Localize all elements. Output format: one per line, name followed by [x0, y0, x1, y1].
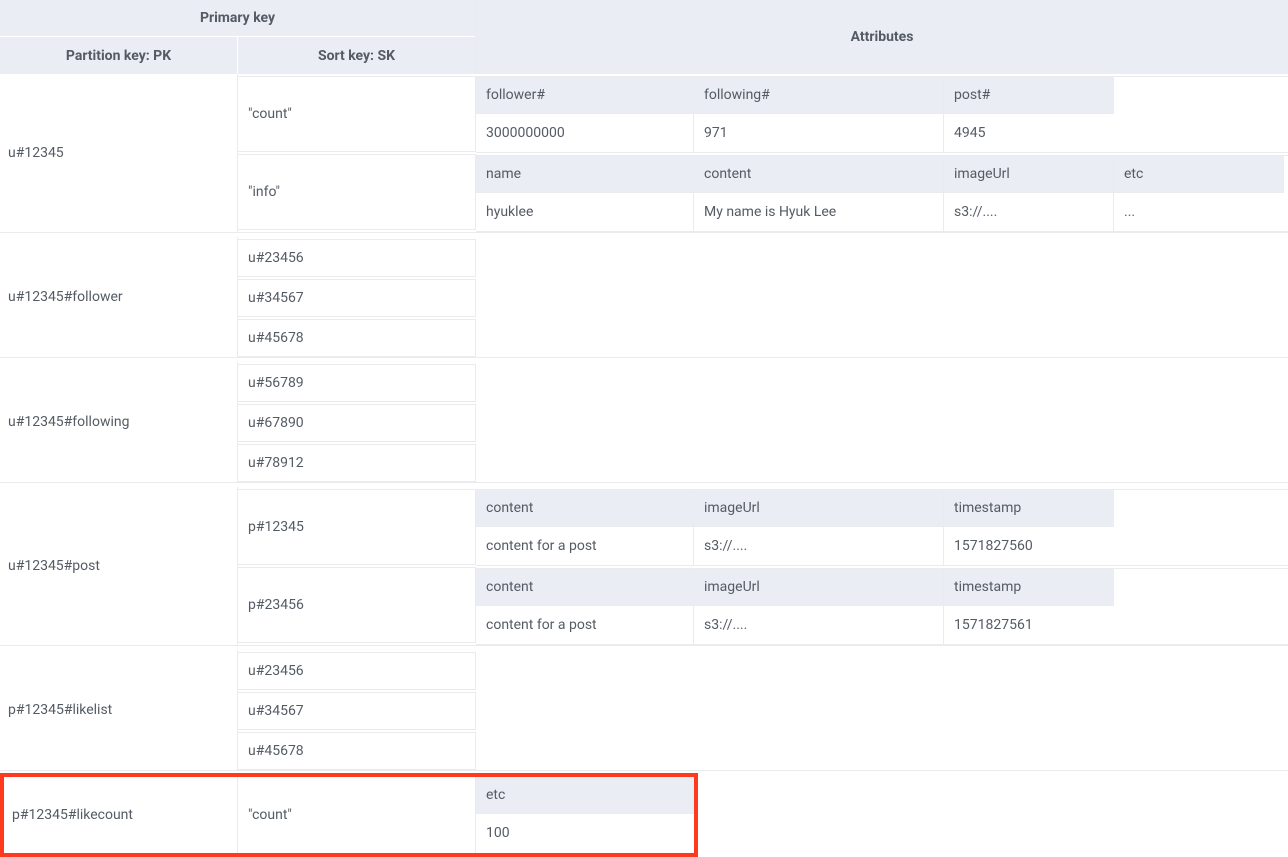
attr-value: content for a post	[476, 527, 693, 565]
attr-value: 3000000000	[476, 114, 693, 152]
attr-value: 100	[476, 814, 694, 852]
attr-header: imageUrl	[944, 156, 1113, 193]
sk-cell: u#23456	[238, 652, 476, 690]
attr-pair: timestamp1571827561	[944, 569, 1114, 644]
highlighted-row: p#12345#likecount "count" etc 100	[0, 773, 698, 857]
pk-cell: u#12345#following	[0, 362, 238, 482]
sk-cell: u#56789	[238, 364, 476, 402]
attr-header: timestamp	[944, 569, 1114, 606]
sk-cell: u#45678	[238, 732, 476, 770]
sk-cell: u#78912	[238, 444, 476, 482]
attr-pair: contentcontent for a post	[476, 490, 694, 565]
dynamodb-table: Primary key Partition key: PK Sort key: …	[0, 0, 1288, 857]
attr-value: hyuklee	[476, 193, 693, 231]
sk-cell: u#34567	[238, 279, 476, 317]
attr-group: contentcontent for a postimageUrls3://..…	[476, 568, 1288, 645]
attr-header: timestamp	[944, 490, 1114, 527]
attr-header: follower#	[476, 77, 693, 114]
attr-pair: etc...	[1114, 156, 1284, 231]
primary-key-header-group: Primary key Partition key: PK Sort key: …	[0, 0, 476, 74]
pk-cell: p#12345#likecount	[4, 777, 238, 853]
partition-key-header: Partition key: PK	[0, 37, 238, 74]
pk-cell: u#12345#post	[0, 487, 238, 645]
attr-header: imageUrl	[694, 569, 943, 606]
attr-column	[476, 237, 1288, 357]
attr-pair: timestamp1571827560	[944, 490, 1114, 565]
sk-column: "count""info"	[238, 74, 476, 232]
primary-key-header: Primary key	[0, 0, 475, 37]
attr-value: 1571827560	[944, 527, 1114, 565]
attr-pair: following#971	[694, 77, 944, 152]
attr-pair: contentMy name is Hyuk Lee	[694, 156, 944, 231]
attr-value: 971	[694, 114, 943, 152]
attr-value: s3://....	[694, 527, 943, 565]
attr-pair: contentcontent for a post	[476, 569, 694, 644]
table-row: p#12345#likelistu#23456u#34567u#45678	[0, 650, 1288, 771]
sk-column: u#56789u#67890u#78912	[238, 362, 476, 482]
attr-header: post#	[944, 77, 1114, 114]
sk-cell: u#67890	[238, 404, 476, 442]
attr-pair: post#4945	[944, 77, 1114, 152]
attr-value: 4945	[944, 114, 1114, 152]
attr-header: following#	[694, 77, 943, 114]
sk-cell: p#23456	[238, 567, 476, 643]
attr-header: etc	[1114, 156, 1284, 193]
pk-cell: u#12345#follower	[0, 237, 238, 357]
attr-value: My name is Hyuk Lee	[694, 193, 943, 231]
table-header-row: Primary key Partition key: PK Sort key: …	[0, 0, 1288, 74]
attr-header: imageUrl	[694, 490, 943, 527]
attr-header: content	[476, 490, 693, 527]
sk-cell: "count"	[238, 777, 476, 853]
attr-column: contentcontent for a postimageUrls3://..…	[476, 487, 1288, 645]
attr-group: contentcontent for a postimageUrls3://..…	[476, 489, 1288, 566]
attr-value: s3://....	[944, 193, 1113, 231]
pk-cell: p#12345#likelist	[0, 650, 238, 770]
sk-column: u#23456u#34567u#45678	[238, 237, 476, 357]
table-row: u#12345#postp#12345p#23456contentcontent…	[0, 487, 1288, 646]
sk-cell: u#45678	[238, 319, 476, 357]
attr-pair: imageUrls3://....	[944, 156, 1114, 231]
attr-value: ...	[1114, 193, 1284, 231]
sk-cell: "info"	[238, 154, 476, 230]
attr-value: s3://....	[694, 606, 943, 644]
attributes-header: Attributes	[476, 0, 1288, 74]
table-row: u#12345#followingu#56789u#67890u#78912	[0, 362, 1288, 483]
attr-header: content	[694, 156, 943, 193]
sk-column: u#23456u#34567u#45678	[238, 650, 476, 770]
attr-pair: namehyuklee	[476, 156, 694, 231]
attr-group: follower#3000000000following#971post#494…	[476, 76, 1288, 153]
attr-column: follower#3000000000following#971post#494…	[476, 74, 1288, 232]
table-row: u#12345"count""info"follower#3000000000f…	[0, 74, 1288, 233]
attr-column	[476, 650, 1288, 770]
attr-group: namehyukleecontentMy name is Hyuk Leeima…	[476, 155, 1288, 232]
attr-value: content for a post	[476, 606, 693, 644]
attr-pair: follower#3000000000	[476, 77, 694, 152]
attr-header: content	[476, 569, 693, 606]
attr-pair: imageUrls3://....	[694, 490, 944, 565]
sk-cell: "count"	[238, 76, 476, 152]
sort-key-header: Sort key: SK	[238, 37, 475, 74]
table-row: u#12345#followeru#23456u#34567u#45678	[0, 237, 1288, 358]
attr-header: etc	[476, 777, 694, 814]
sk-column: p#12345p#23456	[238, 487, 476, 645]
attr-pair: imageUrls3://....	[694, 569, 944, 644]
attr-value: 1571827561	[944, 606, 1114, 644]
attr-header: name	[476, 156, 693, 193]
attr-column	[476, 362, 1288, 482]
sk-cell: u#34567	[238, 692, 476, 730]
pk-cell: u#12345	[0, 74, 238, 232]
sk-cell: u#23456	[238, 239, 476, 277]
sk-cell: p#12345	[238, 489, 476, 565]
